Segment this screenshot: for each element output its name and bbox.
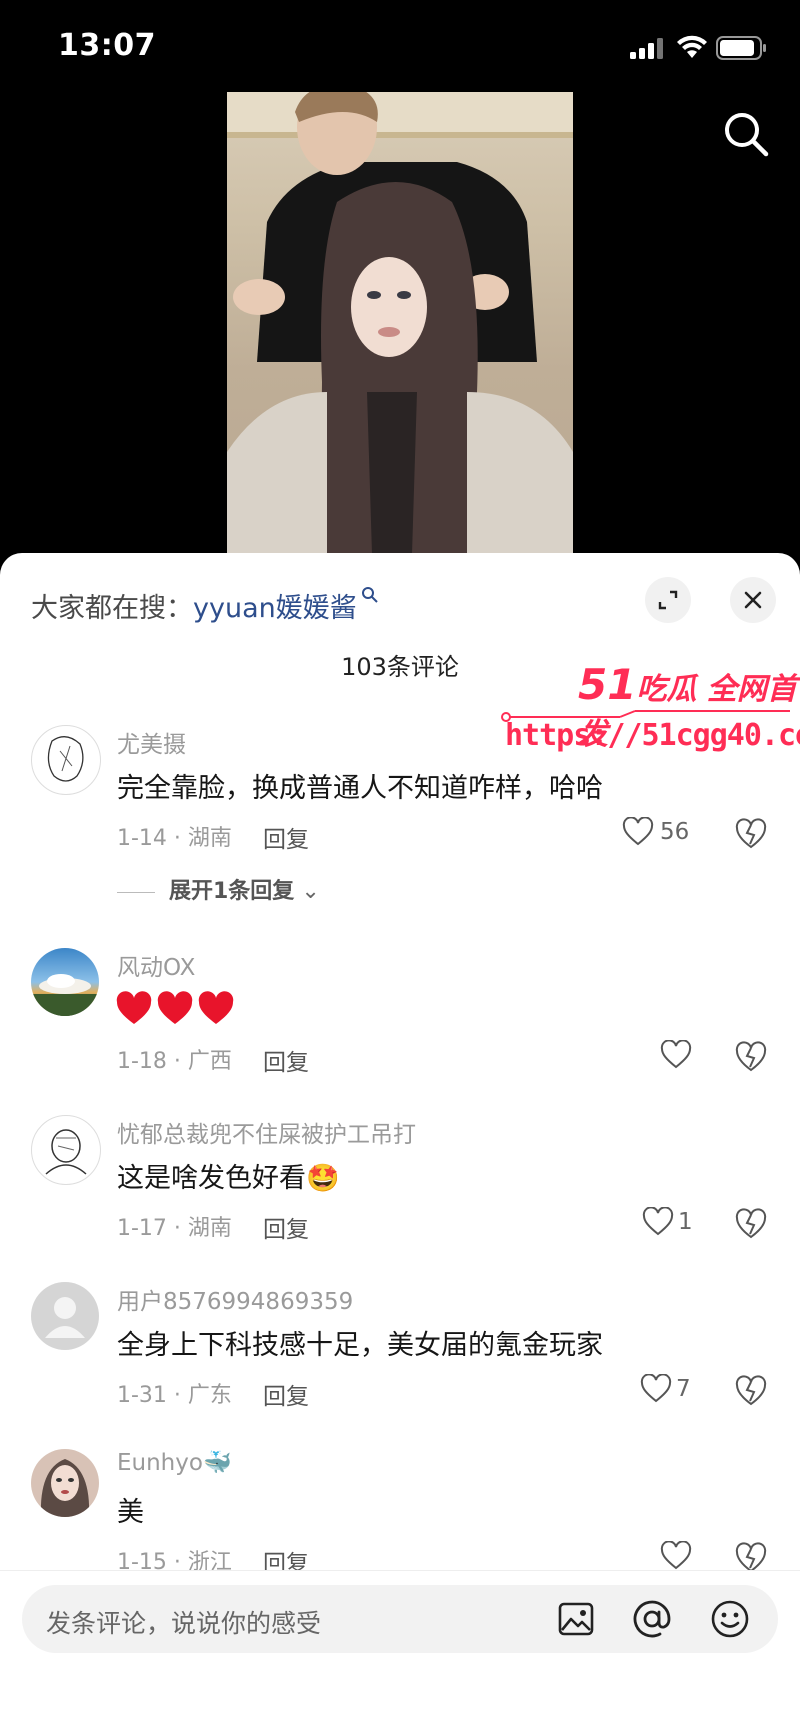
broken-heart-icon[interactable] [734, 1207, 768, 1241]
comment-username[interactable]: 风动OX [117, 948, 195, 982]
avatar[interactable] [31, 948, 99, 1016]
trending-keyword[interactable]: yyuan媛媛酱 [193, 593, 357, 624]
comment-text: 全身上下科技感十足，美女届的氪金玩家 [117, 1330, 603, 1361]
comment-meta: 1-14 · 湖南 [117, 826, 232, 851]
comment-username[interactable]: Eunhyo🐳 [117, 1449, 232, 1476]
comment-username[interactable]: 用户8576994869359 [117, 1282, 353, 1316]
comment-input[interactable]: 发条评论，说说你的感受 [22, 1585, 778, 1653]
comment-text: 完全靠脸，换成普通人不知道咋样，哈哈 [117, 773, 603, 804]
reply-button[interactable]: 回复 [263, 1377, 309, 1411]
reply-button[interactable]: 回复 [263, 1210, 309, 1244]
avatar[interactable] [31, 1282, 99, 1350]
broken-heart-icon[interactable] [734, 817, 768, 851]
comment-text: 这是啥发色好看🤩 [117, 1163, 340, 1194]
hearts-emoji [116, 991, 234, 1024]
like-count: 1 [678, 1209, 693, 1235]
video-frame-image [227, 92, 573, 554]
broken-heart-icon[interactable] [734, 1040, 768, 1074]
avatar[interactable] [31, 1449, 99, 1517]
expand-replies-button[interactable]: 展开1条回复 ⌄ [117, 873, 320, 905]
reply-button[interactable]: 回复 [263, 820, 309, 854]
comment-text: 美 [117, 1497, 144, 1528]
default-avatar-icon [45, 1297, 85, 1338]
drawing-avatar-image [45, 1129, 87, 1175]
status-time: 13:07 [58, 28, 156, 63]
comment-username[interactable]: 尤美摄 [117, 725, 186, 759]
landscape-avatar-image [31, 974, 99, 1016]
portrait-avatar-image [40, 1459, 90, 1517]
close-button[interactable] [730, 577, 776, 623]
comment-meta: 1-31 · 广东 [117, 1383, 232, 1408]
comment-username[interactable]: 忧郁总裁兜不住屎被护工吊打 [117, 1115, 416, 1149]
sketch-avatar-image [47, 736, 84, 782]
like-button[interactable]: 7 [622, 1372, 692, 1406]
reply-button[interactable]: 回复 [263, 1043, 309, 1077]
expand-icon [658, 590, 678, 610]
comment-input-placeholder: 发条评论，说说你的感受 [46, 1609, 322, 1638]
like-button[interactable]: 1 [622, 1205, 693, 1239]
like-count: 7 [676, 1376, 691, 1402]
trending-search[interactable]: 大家都在搜：yyuan媛媛酱 [31, 586, 379, 625]
video-player[interactable] [227, 92, 573, 554]
heart-outline-icon [622, 817, 654, 846]
at-icon[interactable] [632, 1599, 672, 1639]
comment-meta: 1-18 · 广西 [117, 1049, 232, 1074]
like-count: 56 [660, 819, 690, 845]
heart-outline-icon [660, 1040, 692, 1069]
comment-input-bar: 发条评论，说说你的感受 [0, 1570, 800, 1732]
like-button[interactable]: 56 [622, 815, 692, 849]
expand-button[interactable] [645, 577, 691, 623]
trending-prefix: 大家都在搜： [31, 593, 193, 624]
avatar[interactable] [31, 725, 101, 795]
chevron-down-icon: ⌄ [301, 879, 320, 904]
close-icon [744, 591, 762, 609]
divider [117, 891, 155, 893]
heart-outline-icon [660, 1541, 692, 1570]
heart-outline-icon [642, 1207, 674, 1236]
watermark-number: 51 [578, 660, 637, 709]
battery-icon [716, 36, 766, 60]
small-search-icon [361, 587, 378, 603]
watermark-url: https://51cgg40.com [505, 718, 800, 753]
image-icon[interactable] [556, 1599, 596, 1639]
heart-outline-icon [640, 1374, 672, 1403]
wifi-icon [677, 35, 707, 58]
like-button[interactable] [622, 1539, 692, 1573]
avatar[interactable] [31, 1115, 101, 1185]
expand-replies-label: 展开1条回复 [169, 879, 295, 904]
cellular-signal-icon [630, 38, 663, 59]
broken-heart-icon[interactable] [734, 1374, 768, 1408]
comment-meta: 1-17 · 湖南 [117, 1216, 232, 1241]
status-bar: 13:07 [0, 0, 800, 92]
search-icon[interactable] [720, 108, 772, 160]
like-button[interactable] [622, 1038, 692, 1072]
emoji-icon[interactable] [710, 1599, 750, 1639]
